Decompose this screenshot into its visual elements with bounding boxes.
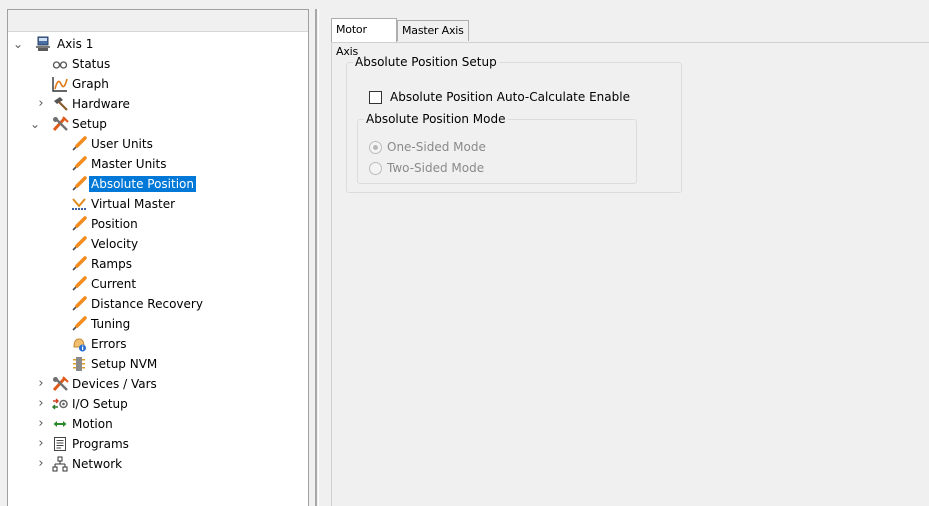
tree-item-velocity[interactable]: Velocity xyxy=(8,234,308,254)
tab-body: Absolute Position Setup Absolute Positio… xyxy=(331,42,929,506)
tree-item-label: Programs xyxy=(72,437,129,451)
tree-item-label: Ramps xyxy=(91,257,132,271)
tree-item-label: Setup xyxy=(72,117,107,131)
tree-item-errors[interactable]: Errors xyxy=(8,334,308,354)
tree-header xyxy=(8,10,308,32)
chevron-right-icon[interactable]: › xyxy=(35,454,47,474)
tree-item-distance-recovery[interactable]: Distance Recovery xyxy=(8,294,308,314)
chevron-right-icon[interactable]: › xyxy=(35,414,47,434)
drive-icon xyxy=(35,36,51,52)
one-sided-mode-radio[interactable] xyxy=(369,141,382,154)
group-title: Absolute Position Mode xyxy=(364,112,508,126)
tools-icon xyxy=(52,116,69,132)
pin-icon xyxy=(71,176,87,192)
tree-item-virtual-master[interactable]: Virtual Master xyxy=(8,194,308,214)
tree-item-label: Hardware xyxy=(72,97,130,111)
chevron-right-icon[interactable]: › xyxy=(35,434,47,454)
tree-item-label: Velocity xyxy=(91,237,139,251)
pin-icon xyxy=(71,136,87,152)
errors-icon xyxy=(71,336,87,352)
navigation-tree[interactable]: ⌄ Axis 1 Status Graph › Hardware ⌄ Setup xyxy=(7,9,309,506)
tree-item-current[interactable]: Current xyxy=(8,274,308,294)
tree-item-label: Virtual Master xyxy=(91,197,176,211)
tree-item-tuning[interactable]: Tuning xyxy=(8,314,308,334)
tree-item-label: Setup NVM xyxy=(91,357,158,371)
motion-arrows-icon xyxy=(52,416,68,432)
panel-splitter[interactable] xyxy=(309,0,318,506)
tab-label: Master Axis xyxy=(402,24,464,37)
tab-strip: Motor Axis Master Axis xyxy=(331,18,929,58)
pin-icon xyxy=(71,236,87,252)
pin-icon xyxy=(71,256,87,272)
tree-item-label: Motion xyxy=(72,417,113,431)
tree-item-label: Devices / Vars xyxy=(72,377,157,391)
tree-item-label: Master Units xyxy=(91,157,167,171)
tree-item-absolute-position[interactable]: Absolute Position xyxy=(8,174,308,194)
two-sided-mode-radio[interactable] xyxy=(369,162,382,175)
tree-item-label: Graph xyxy=(72,77,109,91)
virtual-master-icon xyxy=(71,196,87,212)
tab-motor-axis[interactable]: Motor Axis xyxy=(331,18,397,58)
two-sided-mode-label[interactable]: Two-Sided Mode xyxy=(387,161,484,175)
tree-item-motion[interactable]: › Motion xyxy=(8,414,308,434)
tree-item-label: Network xyxy=(72,457,123,471)
nvm-icon xyxy=(71,356,87,372)
tree-item-label: Axis 1 xyxy=(57,37,94,51)
auto-calculate-enable-checkbox[interactable] xyxy=(369,91,382,104)
pin-icon xyxy=(71,276,87,292)
chevron-right-icon[interactable]: › xyxy=(35,394,47,414)
tree-item-ramps[interactable]: Ramps xyxy=(8,254,308,274)
tree-item-devices-vars[interactable]: › Devices / Vars xyxy=(8,374,308,394)
pin-icon xyxy=(71,296,87,312)
tree-item-label: Absolute Position xyxy=(89,176,196,192)
chevron-right-icon[interactable]: › xyxy=(35,374,47,394)
group-title: Absolute Position Setup xyxy=(353,55,499,69)
programs-icon xyxy=(52,436,68,452)
hammer-icon xyxy=(52,96,68,112)
pin-icon xyxy=(71,216,87,232)
content-panel: Motor Axis Master Axis Absolute Position… xyxy=(318,9,929,506)
tree-item-graph[interactable]: Graph xyxy=(8,74,308,94)
tree-item-status[interactable]: Status xyxy=(8,54,308,74)
tree-item-master-units[interactable]: Master Units xyxy=(8,154,308,174)
tree-item-label: Current xyxy=(91,277,137,291)
tree-item-label: I/O Setup xyxy=(72,397,128,411)
network-icon xyxy=(52,456,68,472)
tree-item-user-units[interactable]: User Units xyxy=(8,134,308,154)
chevron-right-icon[interactable]: › xyxy=(35,94,47,114)
tab-master-axis[interactable]: Master Axis xyxy=(397,20,469,41)
tree-item-position[interactable]: Position xyxy=(8,214,308,234)
tree-item-label: Position xyxy=(91,217,138,231)
chevron-down-icon[interactable]: ⌄ xyxy=(29,114,41,134)
pin-icon xyxy=(71,156,87,172)
graph-icon xyxy=(52,76,68,92)
one-sided-mode-label[interactable]: One-Sided Mode xyxy=(387,140,486,154)
glasses-icon xyxy=(52,56,68,72)
tree-item-label: User Units xyxy=(91,137,153,151)
tree-item-network[interactable]: › Network xyxy=(8,454,308,474)
tree-item-hardware[interactable]: › Hardware xyxy=(8,94,308,114)
tree-item-io-setup[interactable]: › I/O Setup xyxy=(8,394,308,414)
tree-item-setup[interactable]: ⌄ Setup xyxy=(8,114,308,134)
auto-calculate-enable-label[interactable]: Absolute Position Auto-Calculate Enable xyxy=(390,90,630,104)
tree-item-label: Tuning xyxy=(91,317,131,331)
tree-item-setup-nvm[interactable]: Setup NVM xyxy=(8,354,308,374)
tree-item-label: Errors xyxy=(91,337,127,351)
tools-icon xyxy=(52,376,69,392)
tree-item-label: Status xyxy=(72,57,111,71)
io-icon xyxy=(52,396,68,412)
tree-item-axis-1[interactable]: ⌄ Axis 1 xyxy=(8,34,308,54)
pin-icon xyxy=(71,316,87,332)
tree-item-label: Distance Recovery xyxy=(91,297,203,311)
tree-item-programs[interactable]: › Programs xyxy=(8,434,308,454)
chevron-down-icon[interactable]: ⌄ xyxy=(12,34,24,54)
